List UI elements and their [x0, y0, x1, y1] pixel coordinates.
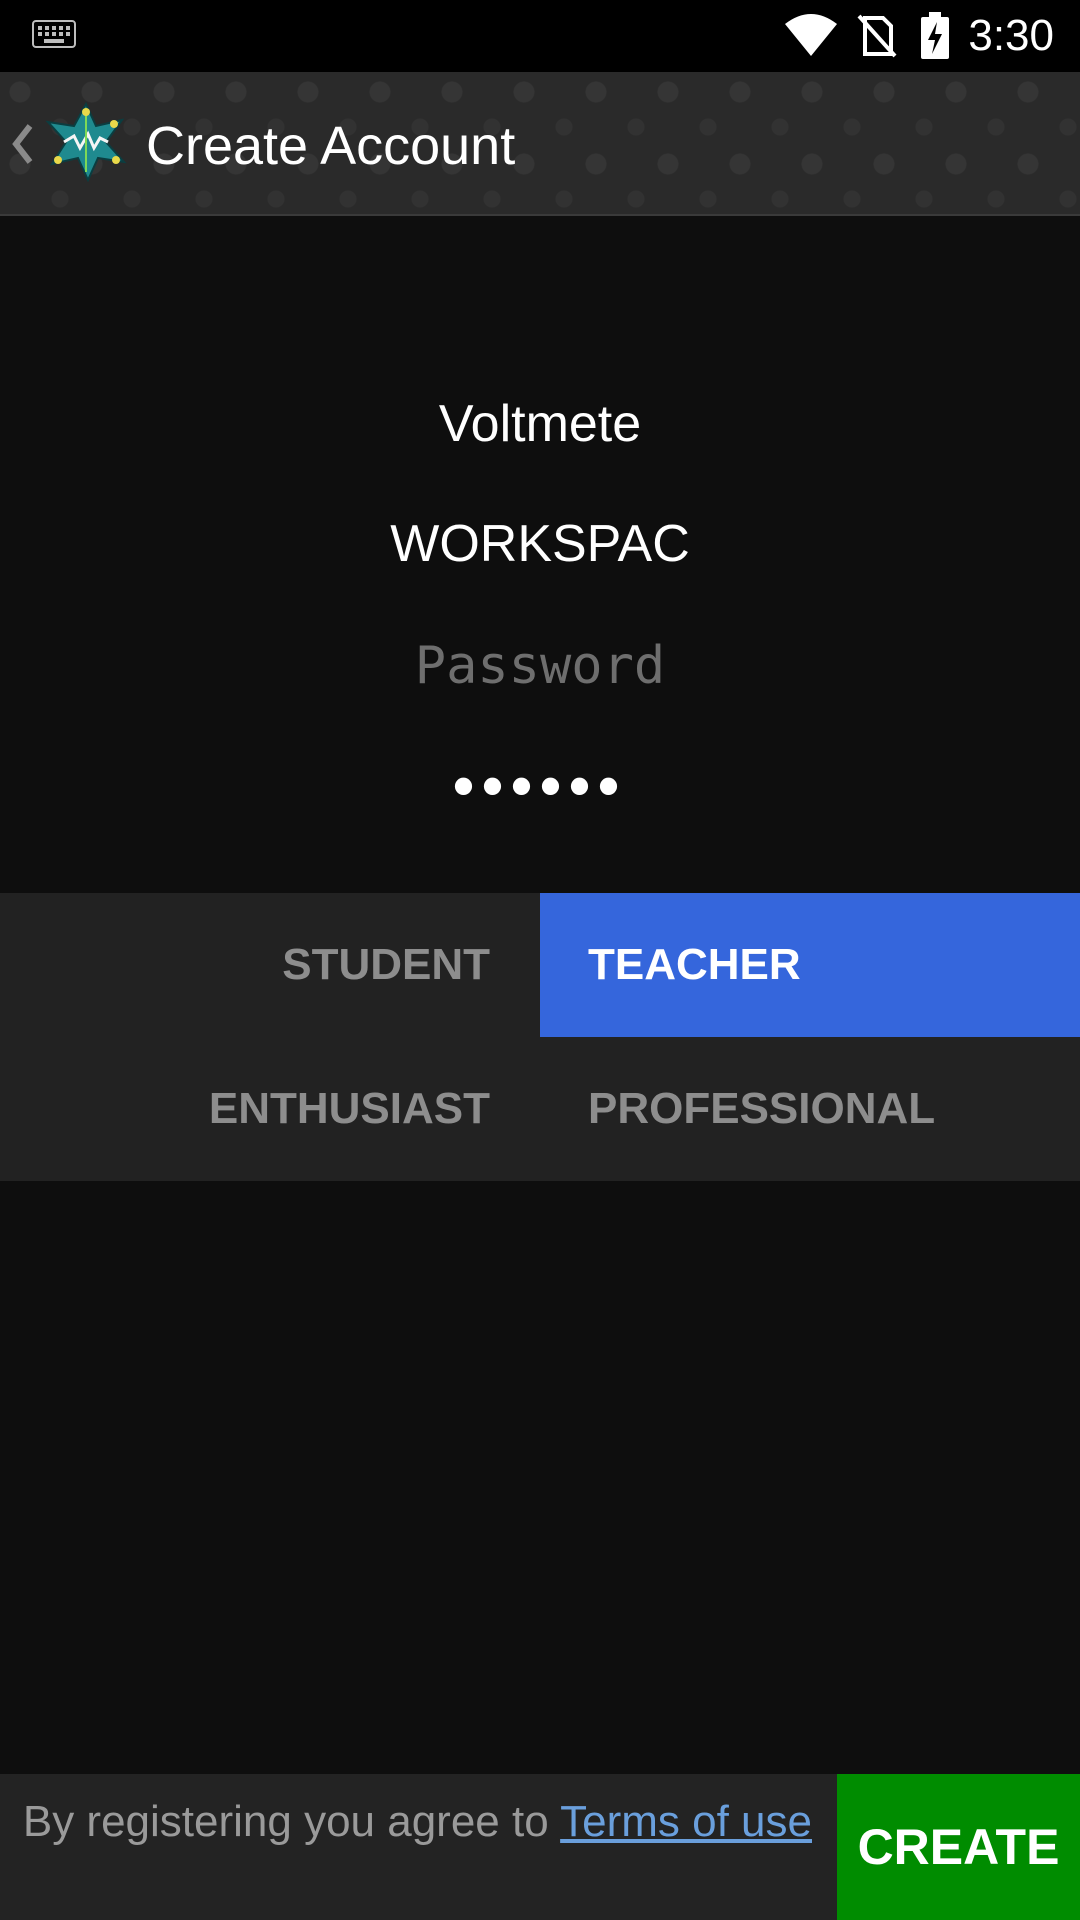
create-account-screen: 3:30 Create Account Voltmete WORKSPAC Pa… — [0, 0, 1080, 1920]
workspace-field[interactable]: WORKSPAC — [0, 514, 1080, 574]
role-teacher-option[interactable]: TEACHER — [540, 893, 1080, 1037]
username-field[interactable]: Voltmete — [0, 394, 1080, 454]
terms-text: By registering you agree to Terms of use — [20, 1794, 812, 1850]
confirm-password-field[interactable]: •••••• — [0, 756, 1080, 816]
role-enthusiast-option[interactable]: ENTHUSIAST — [0, 1037, 540, 1181]
battery-charging-icon — [920, 12, 950, 65]
chevron-left-icon[interactable] — [10, 122, 34, 171]
page-title: Create Account — [146, 116, 516, 176]
keyboard-icon — [32, 20, 76, 53]
wifi-icon — [783, 12, 839, 63]
terms-of-use-link[interactable]: Terms of use — [560, 1797, 812, 1846]
status-bar: 3:30 — [0, 0, 1080, 72]
create-button[interactable]: CREATE — [837, 1774, 1080, 1920]
status-time: 3:30 — [968, 11, 1054, 60]
no-sim-icon — [857, 14, 897, 63]
app-logo-icon[interactable] — [44, 100, 128, 189]
role-professional-option[interactable]: PROFESSIONAL — [540, 1037, 1080, 1181]
terms-prefix: By registering you agree to — [22, 1797, 561, 1846]
app-bar: Create Account — [0, 72, 1080, 216]
role-student-option[interactable]: STUDENT — [0, 893, 540, 1037]
role-selector: STUDENT TEACHER ENTHUSIAST PROFESSIONAL — [0, 893, 1080, 1181]
password-field[interactable]: Password — [0, 636, 1080, 696]
footer: By registering you agree to Terms of use… — [0, 1774, 1080, 1920]
